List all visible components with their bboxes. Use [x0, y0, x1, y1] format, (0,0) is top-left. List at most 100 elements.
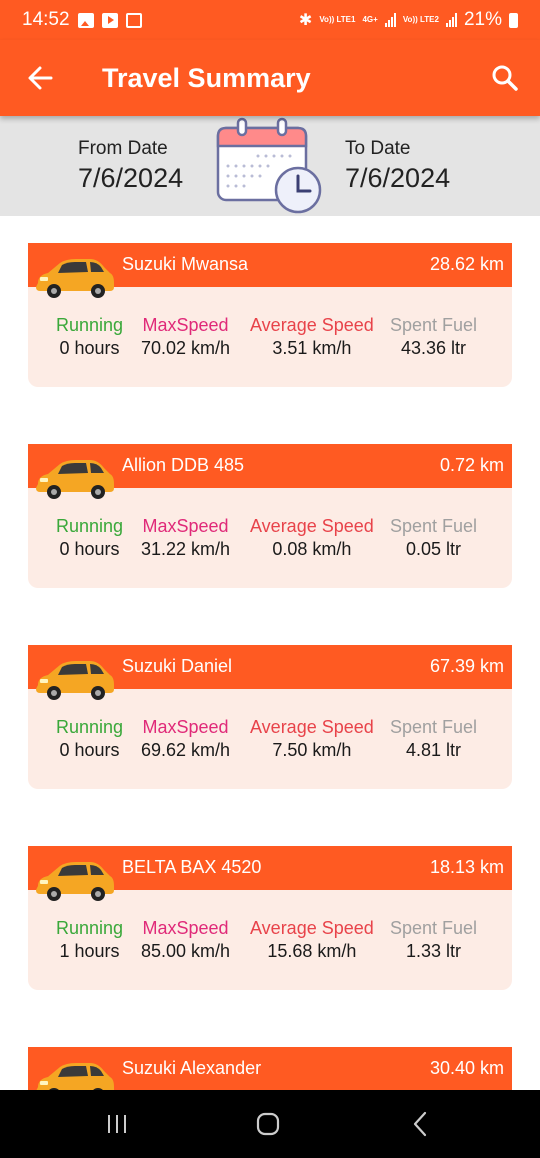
status-bar: 14:52 ✱ Vo)) LTE1 4G+ Vo)) LTE2 21%	[0, 0, 540, 40]
running-stat: Running 1 hours	[56, 918, 123, 962]
car-icon	[36, 259, 114, 298]
from-date-label: From Date	[78, 138, 168, 159]
fuel-label: Spent Fuel	[390, 516, 478, 536]
avg-speed-value: 15.68 km/h	[267, 941, 357, 961]
car-icon	[36, 661, 114, 700]
vehicle-name: Suzuki Mwansa	[122, 254, 249, 274]
vehicle-distance: 18.13 km	[429, 857, 504, 877]
max-speed-value: 85.00 km/h	[141, 941, 231, 961]
max-speed-value: 70.02 km/h	[141, 338, 231, 358]
avg-speed-stat: Average Speed 15.68 km/h	[250, 918, 374, 962]
vehicle-name: Suzuki Daniel	[122, 656, 233, 676]
running-label: Running	[56, 918, 124, 938]
fuel-label: Spent Fuel	[390, 315, 478, 335]
vehicle-card[interactable]: Suzuki Mwansa 28.62 km Running 0 hours M…	[28, 243, 512, 387]
vehicle-card[interactable]: Suzuki Alexander 30.40 km	[28, 1047, 512, 1090]
to-date-value: 7/6/2024	[345, 163, 451, 193]
max-speed-value: 31.22 km/h	[141, 539, 231, 559]
vehicle-card[interactable]: Allion DDB 485 0.72 km Running 0 hours M…	[28, 444, 512, 588]
running-label: Running	[56, 516, 124, 536]
back-button[interactable]	[0, 40, 80, 116]
max-speed-label: MaxSpeed	[142, 918, 229, 938]
max-speed-stat: MaxSpeed 31.22 km/h	[141, 516, 230, 560]
page-title: Travel Summary	[102, 62, 311, 93]
car-icon	[36, 1063, 114, 1090]
car-icon	[36, 862, 114, 901]
vehicle-name: Allion DDB 485	[122, 455, 245, 475]
status-right: ✱ Vo)) LTE1 4G+ Vo)) LTE2 21%	[299, 9, 518, 31]
fuel-value: 1.33 ltr	[406, 941, 462, 961]
status-left: 14:52	[22, 9, 142, 31]
avg-speed-label: Average Speed	[250, 717, 374, 737]
fuel-stat: Spent Fuel 43.36 ltr	[390, 315, 477, 359]
avg-speed-value: 0.08 km/h	[272, 539, 352, 559]
vehicle-distance: 67.39 km	[429, 656, 504, 676]
vehicle-summary-list[interactable]: Suzuki Mwansa 28.62 km Running 0 hours M…	[0, 216, 540, 1090]
fuel-value: 43.36 ltr	[401, 338, 467, 358]
home-button[interactable]	[223, 1090, 313, 1158]
to-date-label: To Date	[345, 138, 411, 159]
recent-apps-icon	[108, 1115, 126, 1133]
app-bar: Travel Summary	[0, 40, 540, 116]
battery-icon	[509, 12, 518, 28]
running-value: 1 hours	[59, 941, 120, 961]
vehicle-name: Suzuki Alexander	[122, 1058, 262, 1078]
max-speed-stat: MaxSpeed 70.02 km/h	[141, 315, 230, 359]
network-label-2: 4G+	[362, 15, 378, 24]
from-date-value: 7/6/2024	[78, 163, 184, 193]
avg-speed-label: Average Speed	[250, 516, 374, 536]
max-speed-label: MaxSpeed	[142, 717, 229, 737]
bluetooth-icon: ✱	[298, 12, 313, 29]
max-speed-label: MaxSpeed	[142, 315, 229, 335]
back-nav-button[interactable]	[375, 1090, 465, 1158]
running-label: Running	[56, 315, 124, 335]
car-icon	[36, 460, 114, 499]
max-speed-value: 69.62 km/h	[141, 740, 231, 760]
system-nav-bar	[0, 1090, 540, 1158]
fuel-value: 0.05 ltr	[406, 539, 462, 559]
avg-speed-value: 7.50 km/h	[272, 740, 352, 760]
avg-speed-label: Average Speed	[250, 918, 374, 938]
avg-speed-value: 3.51 km/h	[272, 338, 352, 358]
fuel-stat: Spent Fuel 4.81 ltr	[390, 717, 477, 761]
running-value: 0 hours	[59, 539, 120, 559]
running-stat: Running 0 hours	[56, 516, 123, 560]
fuel-value: 4.81 ltr	[406, 740, 462, 760]
calendar-notification-icon	[125, 12, 142, 28]
running-stat: Running 0 hours	[56, 315, 123, 359]
avg-speed-stat: Average Speed 7.50 km/h	[250, 717, 374, 761]
status-time: 14:52	[22, 9, 70, 30]
running-label: Running	[56, 717, 124, 737]
running-value: 0 hours	[59, 740, 120, 760]
recent-apps-button[interactable]	[72, 1090, 162, 1158]
vehicle-distance: 30.40 km	[429, 1058, 504, 1078]
avg-speed-stat: Average Speed 0.08 km/h	[250, 516, 374, 560]
vehicle-distance: 0.72 km	[439, 455, 504, 475]
avg-speed-label: Average Speed	[250, 315, 374, 335]
signal-icon	[384, 13, 396, 27]
calendar-clock-icon	[216, 117, 322, 214]
fuel-stat: Spent Fuel 0.05 ltr	[390, 516, 477, 560]
from-date-picker[interactable]: From Date 7/6/2024	[78, 138, 183, 194]
to-date-picker[interactable]: To Date 7/6/2024	[345, 138, 450, 194]
signal-icon-2	[445, 13, 457, 27]
youtube-icon	[101, 12, 118, 28]
search-button[interactable]	[470, 40, 540, 116]
max-speed-label: MaxSpeed	[142, 516, 229, 536]
vehicle-distance: 28.62 km	[429, 254, 504, 274]
date-range-panel: From Date 7/6/2024 To Date 7/6/2024	[0, 116, 540, 216]
vehicle-card[interactable]: BELTA BAX 4520 18.13 km Running 1 hours …	[28, 846, 512, 990]
max-speed-stat: MaxSpeed 85.00 km/h	[141, 918, 230, 962]
chevron-left-icon	[413, 1111, 427, 1137]
search-icon	[492, 65, 518, 91]
running-stat: Running 0 hours	[56, 717, 123, 761]
fuel-label: Spent Fuel	[390, 717, 478, 737]
network-label-1: Vo)) LTE1	[319, 15, 356, 24]
gallery-icon	[77, 12, 94, 28]
running-value: 0 hours	[59, 338, 120, 358]
fuel-stat: Spent Fuel 1.33 ltr	[390, 918, 477, 962]
arrow-left-icon	[28, 66, 53, 90]
home-icon	[256, 1112, 280, 1136]
vehicle-card[interactable]: Suzuki Daniel 67.39 km Running 0 hours M…	[28, 645, 512, 789]
battery-level: 21%	[463, 9, 502, 30]
